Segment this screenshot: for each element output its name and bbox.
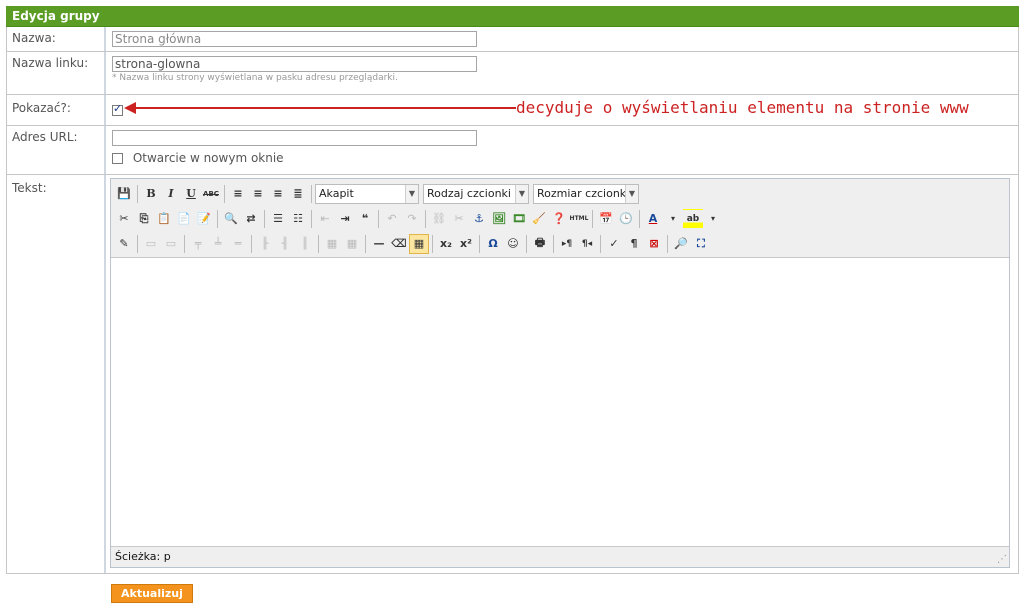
edit-icon[interactable]: ✎ [114, 234, 134, 254]
link-label: Nazwa linku: [7, 52, 106, 94]
col-after-icon[interactable]: ╢ [275, 234, 295, 254]
unlink-icon[interactable]: ✂ [449, 209, 469, 229]
table-delete-icon[interactable]: ▭ [161, 234, 181, 254]
update-button[interactable]: Aktualizuj [111, 584, 193, 603]
horizontal-rule-icon[interactable]: — [369, 234, 389, 254]
table-props-icon[interactable]: ▭ [141, 234, 161, 254]
format-select[interactable]: Akapit ▼ [315, 183, 419, 204]
name-input[interactable] [112, 31, 477, 47]
annotation-arrow [124, 102, 516, 114]
row-after-icon[interactable]: ╧ [208, 234, 228, 254]
page-break-icon[interactable]: ⊠ [644, 234, 664, 254]
preview-icon[interactable]: 🔎 [671, 234, 691, 254]
text-color-icon[interactable]: A [643, 209, 663, 229]
remove-format-icon[interactable]: ⌫ [389, 234, 409, 254]
table-icon[interactable]: ▦ [409, 233, 429, 254]
bullet-list-icon[interactable]: ☰ [268, 209, 288, 229]
link-hint: * Nazwa linku strony wyświetlana w pasku… [112, 73, 398, 83]
align-right-icon[interactable]: ≡ [268, 184, 288, 204]
editor-content-area[interactable] [111, 258, 1009, 541]
text-color-dropdown[interactable]: ▾ [663, 209, 683, 229]
col-before-icon[interactable]: ╟ [255, 234, 275, 254]
text-row: Tekst: 💾 B I U ABC ≡ ≡ ≡ ≣ Akapit ▼ Rodz… [6, 175, 1019, 574]
fullscreen-icon[interactable]: ⛶ [691, 234, 711, 254]
save-icon[interactable]: 💾 [114, 184, 134, 204]
spellcheck-icon[interactable]: ✓ [604, 234, 624, 254]
show-label: Pokazać?: [7, 95, 106, 125]
insert-time-icon[interactable]: 🕒 [616, 209, 636, 229]
cleanup-icon[interactable]: 🧹 [529, 209, 549, 229]
edit-group-panel: Edycja grupy Nazwa: Nazwa linku: * Nazwa… [6, 6, 1019, 574]
ltr-icon[interactable]: ▸¶ [557, 234, 577, 254]
paste-icon[interactable]: 📋 [154, 209, 174, 229]
url-row: Adres URL: Otwarcie w nowym oknie [6, 126, 1019, 175]
resize-grip-icon[interactable]: ⋰ [997, 554, 1007, 565]
align-justify-icon[interactable]: ≣ [288, 184, 308, 204]
align-center-icon[interactable]: ≡ [248, 184, 268, 204]
redo-icon[interactable]: ↷ [402, 209, 422, 229]
editor-status-path: Ścieżka: p [111, 546, 1009, 567]
undo-icon[interactable]: ↶ [382, 209, 402, 229]
font-family-select[interactable]: Rodzaj czcionki ▼ [423, 183, 529, 204]
insert-date-icon[interactable]: 📅 [596, 209, 616, 229]
replace-icon[interactable]: ⇄ [241, 209, 261, 229]
bold-button[interactable]: B [141, 184, 161, 204]
highlight-color-icon[interactable]: ab [683, 208, 703, 229]
image-icon[interactable]: 🖼 [489, 209, 509, 229]
split-cells-icon[interactable]: ▦ [342, 234, 362, 254]
superscript-icon[interactable]: x² [456, 234, 476, 254]
merge-cells-icon[interactable]: ▦ [322, 234, 342, 254]
numbered-list-icon[interactable]: ☷ [288, 209, 308, 229]
blockquote-icon[interactable]: ❝ [355, 209, 375, 229]
link-row: Nazwa linku: * Nazwa linku strony wyświe… [6, 52, 1019, 95]
underline-button[interactable]: U [181, 184, 201, 204]
rich-text-editor: 💾 B I U ABC ≡ ≡ ≡ ≣ Akapit ▼ Rodzaj czcio [110, 178, 1010, 568]
editor-toolbar: 💾 B I U ABC ≡ ≡ ≡ ≣ Akapit ▼ Rodzaj czcio [111, 179, 1009, 258]
paste-word-icon[interactable]: 📝 [194, 209, 214, 229]
align-left-icon[interactable]: ≡ [228, 184, 248, 204]
outdent-icon[interactable]: ⇤ [315, 209, 335, 229]
url-label: Adres URL: [7, 126, 106, 174]
row-before-icon[interactable]: ╤ [188, 234, 208, 254]
media-icon[interactable]: 🎞 [509, 209, 529, 229]
cut-icon[interactable]: ✂ [114, 209, 134, 229]
newwindow-label: Otwarcie w nowym oknie [132, 151, 284, 165]
emoticon-icon[interactable]: ☺ [503, 234, 523, 254]
highlight-color-dropdown[interactable]: ▾ [703, 209, 723, 229]
italic-button[interactable]: I [161, 184, 181, 204]
show-blocks-icon[interactable]: ¶ [624, 234, 644, 254]
help-icon[interactable]: ❓ [549, 209, 569, 229]
link-input[interactable] [112, 56, 477, 72]
print-icon[interactable]: 🖶 [530, 234, 550, 254]
text-label: Tekst: [7, 175, 106, 573]
strikethrough-button[interactable]: ABC [201, 184, 221, 204]
row-delete-icon[interactable]: ═ [228, 234, 248, 254]
find-icon[interactable]: 🔍 [221, 209, 241, 229]
anchor-icon[interactable]: ⚓ [469, 209, 489, 229]
annotation-text: decyduje o wyświetlaniu elementu na stro… [516, 98, 969, 117]
name-row: Nazwa: [6, 27, 1019, 52]
rtl-icon[interactable]: ¶◂ [577, 234, 597, 254]
html-icon[interactable]: HTML [569, 209, 589, 229]
name-label: Nazwa: [7, 27, 106, 51]
show-checkbox[interactable] [112, 102, 123, 116]
panel-header: Edycja grupy [6, 6, 1019, 27]
url-input[interactable] [112, 130, 477, 146]
show-row: Pokazać?: decyduje o wyświetlaniu elemen… [6, 95, 1019, 126]
font-size-select[interactable]: Rozmiar czcionki ▼ [533, 183, 639, 204]
newwindow-checkbox[interactable] [112, 153, 123, 164]
copy-icon[interactable]: ⎘ [134, 209, 154, 229]
paste-text-icon[interactable]: 📄 [174, 209, 194, 229]
link-icon[interactable]: ⛓ [429, 209, 449, 229]
col-delete-icon[interactable]: ║ [295, 234, 315, 254]
special-char-icon[interactable]: Ω [483, 234, 503, 254]
subscript-icon[interactable]: x₂ [436, 234, 456, 254]
indent-icon[interactable]: ⇥ [335, 209, 355, 229]
